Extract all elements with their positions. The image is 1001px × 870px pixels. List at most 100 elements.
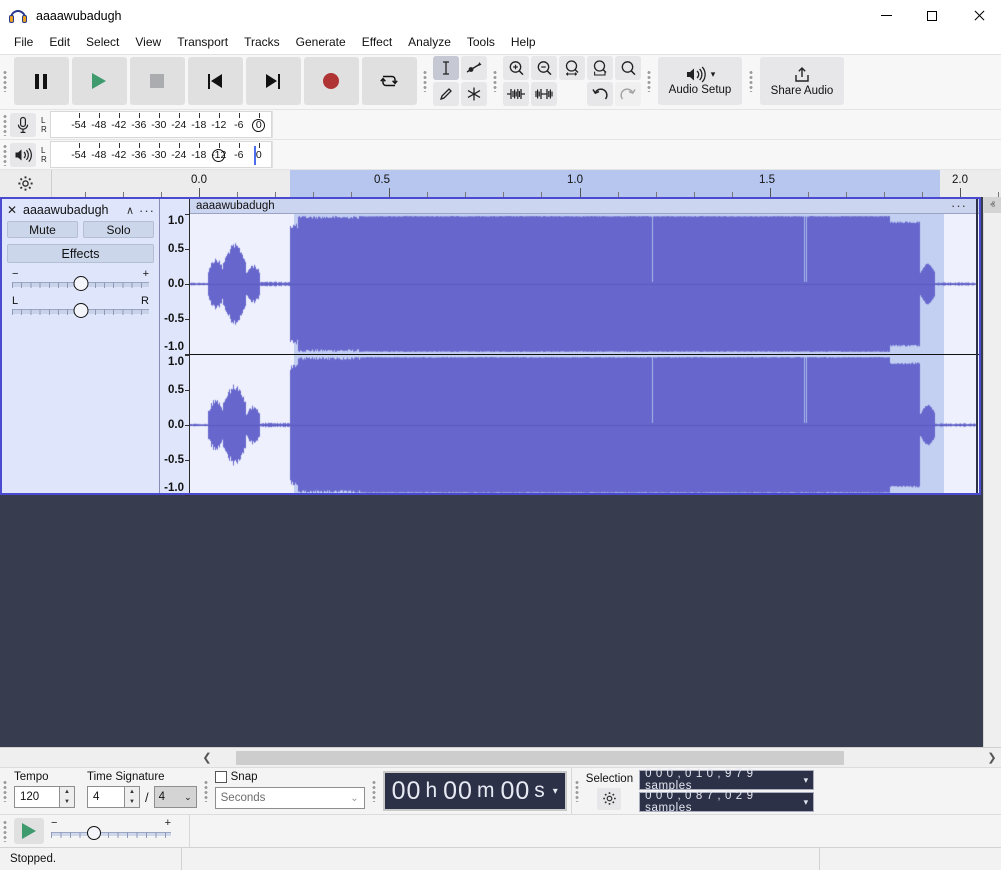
- recording-meter-button[interactable]: [10, 113, 36, 137]
- scroll-left-button[interactable]: ❮: [198, 751, 216, 764]
- tempo-stepper[interactable]: ▲▼: [60, 786, 75, 808]
- snapping-toolbar-grip[interactable]: [201, 768, 211, 813]
- time-signature-upper-stepper[interactable]: ▲▼: [125, 786, 140, 808]
- menu-item-transport[interactable]: Transport: [169, 32, 236, 53]
- track-close-button[interactable]: ✕: [6, 203, 18, 217]
- gain-slider[interactable]: − +: [12, 270, 149, 290]
- time-format-caret[interactable]: ▾: [553, 786, 558, 797]
- maximize-button[interactable]: [909, 0, 955, 31]
- meter-tick-label: -48: [91, 119, 106, 131]
- menu-item-select[interactable]: Select: [78, 32, 127, 53]
- zoom-toggle-button[interactable]: [615, 56, 641, 80]
- audio-setup-toolbar-grip[interactable]: [644, 55, 654, 107]
- redo-button[interactable]: [615, 82, 641, 106]
- envelope-tool[interactable]: [461, 56, 487, 80]
- clip-menu-button[interactable]: ···: [951, 199, 967, 212]
- waveform-channel-right[interactable]: [190, 355, 979, 493]
- waveform-channel-left[interactable]: [190, 214, 979, 354]
- record-button[interactable]: [304, 57, 359, 105]
- menu-item-help[interactable]: Help: [503, 32, 544, 53]
- pause-button[interactable]: [14, 57, 69, 105]
- timeline-ruler[interactable]: 0.00.51.01.52.0: [52, 170, 1001, 197]
- menu-item-analyze[interactable]: Analyze: [400, 32, 459, 53]
- share-audio-button[interactable]: Share Audio: [760, 57, 844, 105]
- playback-meter-scale[interactable]: -54-48-42-36-30-24-18-12-60: [50, 141, 272, 168]
- recording-volume-slider-thumb[interactable]: [252, 119, 265, 132]
- selection-start-field[interactable]: 0 0 0 , 0 1 0 , 9 7 9 samples ▾: [639, 770, 814, 790]
- menu-item-tools[interactable]: Tools: [459, 32, 503, 53]
- tools-toolbar-grip[interactable]: [420, 55, 430, 107]
- menu-item-view[interactable]: View: [127, 32, 169, 53]
- vertical-scrollbar[interactable]: ⱏ: [983, 197, 1001, 747]
- timeline-options-button[interactable]: [0, 170, 52, 197]
- fit-project-button[interactable]: [587, 56, 613, 80]
- selection-end-field[interactable]: 0 0 0 , 0 8 7 , 0 2 9 samples ▾: [639, 792, 814, 812]
- scroll-right-button[interactable]: ❯: [983, 751, 1001, 764]
- menu-item-generate[interactable]: Generate: [288, 32, 354, 53]
- selection-tool[interactable]: [433, 56, 459, 80]
- audio-position-display[interactable]: 00 h 00 m 00 s ▾: [383, 771, 567, 811]
- menu-item-file[interactable]: File: [6, 32, 41, 53]
- selection-options-button[interactable]: [597, 788, 621, 810]
- speed-slider-thumb[interactable]: [87, 826, 101, 840]
- selection-end-caret[interactable]: ▾: [804, 797, 809, 808]
- multi-tool[interactable]: [461, 82, 487, 106]
- trim-audio-button[interactable]: [503, 82, 529, 106]
- track-title[interactable]: aaaawubadugh: [23, 203, 121, 217]
- effects-button[interactable]: Effects: [7, 244, 154, 263]
- zoom-in-button[interactable]: [503, 56, 529, 80]
- playback-meter-button[interactable]: [10, 143, 36, 167]
- silence-audio-button[interactable]: [531, 82, 557, 106]
- skip-to-end-button[interactable]: [246, 57, 301, 105]
- skip-to-start-button[interactable]: [188, 57, 243, 105]
- snap-select[interactable]: Seconds ⌄: [215, 787, 365, 809]
- play-speed-slider[interactable]: − +: [51, 818, 171, 844]
- loop-button[interactable]: [362, 57, 417, 105]
- horizontal-scrollbar[interactable]: ❮ ❯: [0, 747, 1001, 767]
- draw-tool[interactable]: [433, 82, 459, 106]
- vertical-scroll-track[interactable]: [984, 213, 1001, 731]
- mute-button[interactable]: Mute: [7, 221, 78, 238]
- close-button[interactable]: [955, 0, 1001, 31]
- play-button[interactable]: [72, 57, 127, 105]
- vertical-ruler[interactable]: 1.00.50.0-0.5-1.01.00.50.0-0.5-1.0: [160, 199, 190, 493]
- playback-meter-grip[interactable]: [0, 141, 10, 168]
- track-header: ✕ aaaawubadugh ∧ ···: [2, 199, 159, 221]
- transport-toolbar-grip[interactable]: [0, 55, 10, 107]
- selection-start-caret[interactable]: ▾: [804, 775, 809, 786]
- clip-right-edge[interactable]: [976, 199, 978, 493]
- time-signature-lower-select[interactable]: 4 ⌄: [154, 786, 197, 808]
- zoom-out-button[interactable]: [531, 56, 557, 80]
- fit-selection-button[interactable]: [559, 56, 585, 80]
- play-at-speed-button[interactable]: [14, 818, 44, 844]
- horizontal-scroll-thumb[interactable]: [236, 751, 844, 765]
- menu-item-effect[interactable]: Effect: [354, 32, 400, 53]
- recording-meter-grip[interactable]: [0, 111, 10, 138]
- track-collapse-icon[interactable]: ∧: [126, 204, 134, 217]
- audio-setup-button[interactable]: ▾ Audio Setup: [658, 57, 742, 105]
- pan-slider-thumb[interactable]: [73, 303, 88, 318]
- play-at-speed-grip[interactable]: [0, 815, 10, 846]
- gain-slider-thumb[interactable]: [73, 276, 88, 291]
- undo-button[interactable]: [587, 82, 613, 106]
- minimize-button[interactable]: [863, 0, 909, 31]
- share-audio-toolbar-grip[interactable]: [746, 55, 756, 107]
- solo-button[interactable]: Solo: [83, 221, 154, 238]
- edit-toolbar-grip[interactable]: [490, 55, 500, 107]
- menu-item-tracks[interactable]: Tracks: [236, 32, 288, 53]
- time-signature-toolbar-grip[interactable]: [0, 768, 10, 813]
- pan-slider[interactable]: L R: [12, 297, 149, 317]
- menu-item-edit[interactable]: Edit: [41, 32, 78, 53]
- waveform-area[interactable]: aaaawubadugh ···: [190, 199, 979, 493]
- scroll-up-button[interactable]: ⱏ: [984, 197, 1001, 213]
- selection-toolbar-grip[interactable]: [572, 768, 582, 813]
- time-toolbar-grip[interactable]: [369, 768, 379, 813]
- tempo-input[interactable]: 120: [14, 786, 60, 808]
- track-menu-button[interactable]: ···: [139, 203, 155, 218]
- horizontal-scroll-track[interactable]: [216, 750, 983, 766]
- stop-button[interactable]: [130, 57, 185, 105]
- clip-header[interactable]: aaaawubadugh ···: [190, 199, 979, 214]
- snap-checkbox[interactable]: [215, 771, 227, 783]
- recording-meter-scale[interactable]: -54-48-42-36-30-24-18-12-60: [50, 111, 272, 138]
- time-signature-upper-input[interactable]: 4: [87, 786, 125, 808]
